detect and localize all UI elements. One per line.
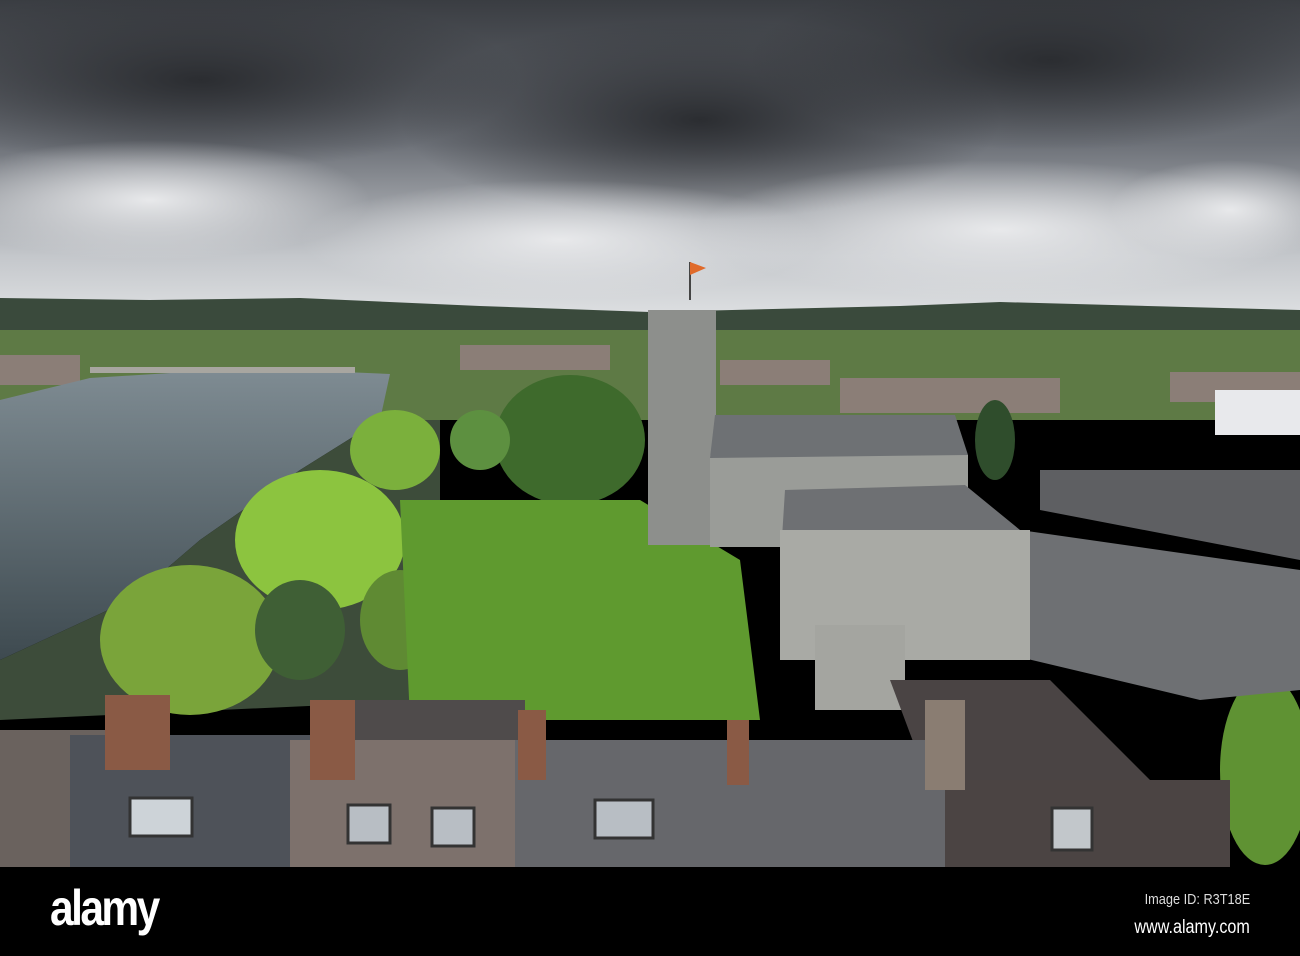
website-link[interactable]: www.alamy.com: [1135, 917, 1250, 939]
stock-photo-page: alamy Image ID: R3T18E www.alamy.com: [0, 0, 1300, 956]
alamy-logo[interactable]: alamy: [50, 879, 160, 937]
landscape-photo: [0, 0, 1300, 867]
image-id: Image ID: R3T18E: [1144, 891, 1250, 908]
bridge: [90, 367, 355, 373]
footer-bar: alamy Image ID: R3T18E www.alamy.com: [0, 867, 1300, 956]
